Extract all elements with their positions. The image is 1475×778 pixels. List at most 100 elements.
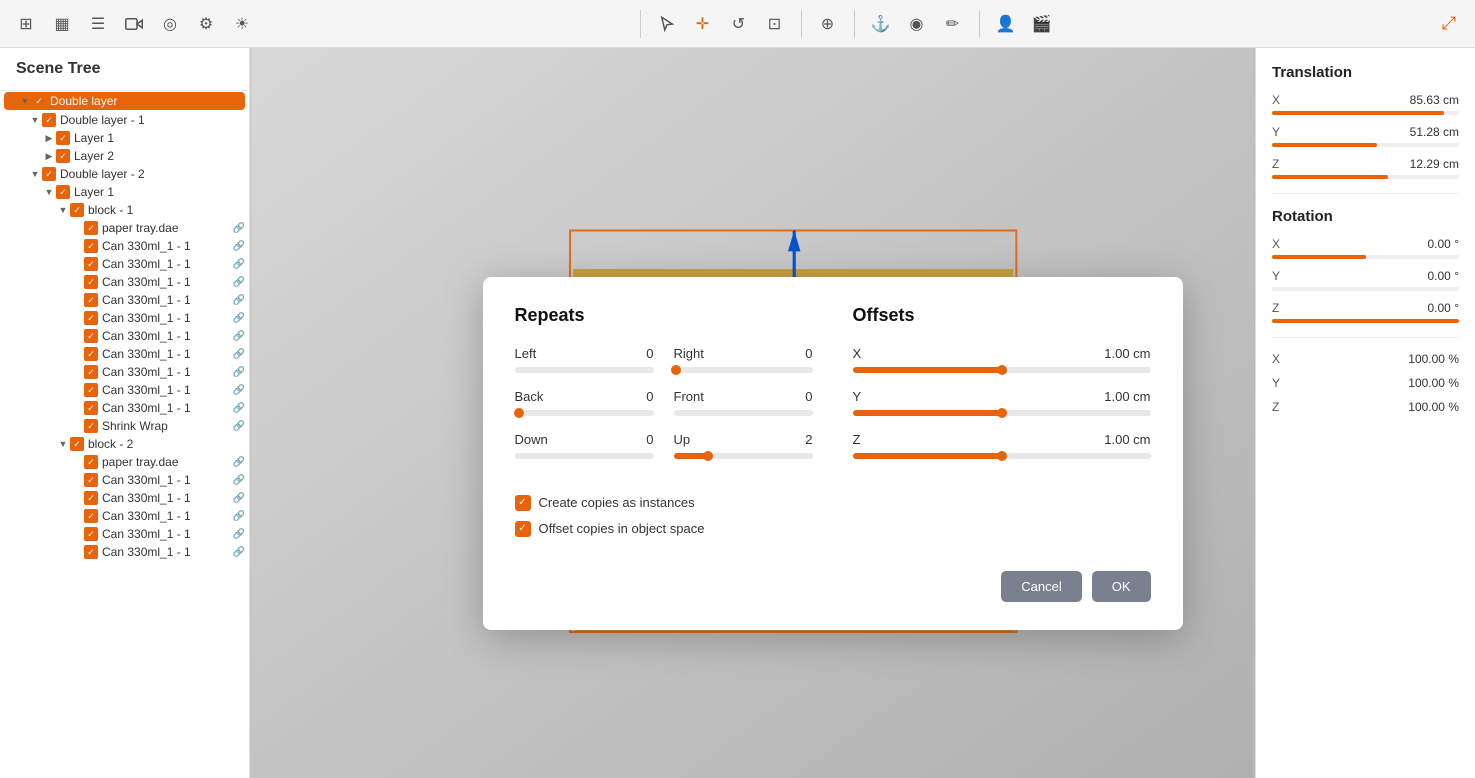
grid-icon[interactable]: ⊞ xyxy=(12,10,40,38)
tree-item-double-layer-1[interactable]: Double layer - 1 xyxy=(0,111,249,129)
tree-arrow-can4[interactable] xyxy=(70,293,84,307)
down-slider[interactable] xyxy=(515,453,654,459)
tree-checkbox-can10[interactable] xyxy=(84,401,98,415)
tree-checkbox-can4[interactable] xyxy=(84,293,98,307)
tree-link-icon-can7[interactable]: 🔗 xyxy=(233,349,245,360)
tree-link-icon-can6[interactable]: 🔗 xyxy=(233,331,245,342)
tree-link-icon-paper-tray-2[interactable]: 🔗 xyxy=(233,457,245,468)
tree-checkbox-double-layer-2[interactable] xyxy=(42,167,56,181)
tree-link-icon-can15[interactable]: 🔗 xyxy=(233,547,245,558)
tree-link-icon-can5[interactable]: 🔗 xyxy=(233,313,245,324)
tree-arrow-can11[interactable] xyxy=(70,473,84,487)
layout-icon[interactable]: ▦ xyxy=(48,10,76,38)
tree-item-can13[interactable]: Can 330ml_1 - 1🔗 xyxy=(0,507,249,525)
tree-checkbox-can1[interactable] xyxy=(84,239,98,253)
anchor-icon[interactable]: ⚓ xyxy=(867,10,895,38)
tree-arrow-layer-1a[interactable] xyxy=(42,131,56,145)
tree-link-icon-can12[interactable]: 🔗 xyxy=(233,493,245,504)
pointer-icon[interactable] xyxy=(653,10,681,38)
tree-item-layer-1b[interactable]: Layer 1 xyxy=(0,183,249,201)
tree-item-can8[interactable]: Can 330ml_1 - 1🔗 xyxy=(0,363,249,381)
tree-item-can1[interactable]: Can 330ml_1 - 1🔗 xyxy=(0,237,249,255)
tree-arrow-shrink-wrap[interactable] xyxy=(70,419,84,433)
offset-x-slider[interactable] xyxy=(853,367,1151,373)
tree-arrow-paper-tray-2[interactable] xyxy=(70,455,84,469)
tree-link-icon-can3[interactable]: 🔗 xyxy=(233,277,245,288)
fullscreen-icon[interactable]: ⤢ xyxy=(1435,10,1463,38)
tree-arrow-double-layer-2[interactable] xyxy=(28,167,42,181)
tree-checkbox-layer-1b[interactable] xyxy=(56,185,70,199)
rx-slider[interactable] xyxy=(1272,255,1459,259)
tree-item-can11[interactable]: Can 330ml_1 - 1🔗 xyxy=(0,471,249,489)
up-slider[interactable] xyxy=(674,453,813,459)
cancel-button[interactable]: Cancel xyxy=(1001,571,1081,602)
ok-button[interactable]: OK xyxy=(1092,571,1151,602)
tree-item-paper-tray[interactable]: paper tray.dae🔗 xyxy=(0,219,249,237)
tree-arrow-can12[interactable] xyxy=(70,491,84,505)
tree-link-icon-can10[interactable]: 🔗 xyxy=(233,403,245,414)
tree-arrow-can5[interactable] xyxy=(70,311,84,325)
tree-checkbox-double-layer[interactable] xyxy=(32,94,46,108)
tree-item-can6[interactable]: Can 330ml_1 - 1🔗 xyxy=(0,327,249,345)
tree-link-icon-can4[interactable]: 🔗 xyxy=(233,295,245,306)
front-slider[interactable] xyxy=(674,410,813,416)
rz-slider[interactable] xyxy=(1272,319,1459,323)
tree-item-can5[interactable]: Can 330ml_1 - 1🔗 xyxy=(0,309,249,327)
create-copies-checkbox[interactable] xyxy=(515,495,531,511)
rotate-icon[interactable]: ↺ xyxy=(725,10,753,38)
sun-icon[interactable]: ☀ xyxy=(228,10,256,38)
tree-arrow-double-layer[interactable] xyxy=(18,94,32,108)
tree-checkbox-can3[interactable] xyxy=(84,275,98,289)
menu-icon[interactable]: ☰ xyxy=(84,10,112,38)
tree-checkbox-can7[interactable] xyxy=(84,347,98,361)
create-copies-row[interactable]: Create copies as instances xyxy=(515,495,813,511)
tree-arrow-paper-tray[interactable] xyxy=(70,221,84,235)
tree-arrow-can9[interactable] xyxy=(70,383,84,397)
tx-slider[interactable] xyxy=(1272,111,1459,115)
tree-item-can14[interactable]: Can 330ml_1 - 1🔗 xyxy=(0,525,249,543)
move-icon[interactable]: ✛ xyxy=(689,10,717,38)
tree-arrow-block-2[interactable] xyxy=(56,437,70,451)
tree-item-double-layer-2[interactable]: Double layer - 2 xyxy=(0,165,249,183)
tree-item-paper-tray-2[interactable]: paper tray.dae🔗 xyxy=(0,453,249,471)
tree-item-double-layer[interactable]: Double layer xyxy=(4,92,245,110)
tree-item-can2[interactable]: Can 330ml_1 - 1🔗 xyxy=(0,255,249,273)
offset-copies-row[interactable]: Offset copies in object space xyxy=(515,521,813,537)
tree-arrow-can2[interactable] xyxy=(70,257,84,271)
tree-item-can12[interactable]: Can 330ml_1 - 1🔗 xyxy=(0,489,249,507)
tree-checkbox-can11[interactable] xyxy=(84,473,98,487)
tree-checkbox-can2[interactable] xyxy=(84,257,98,271)
tree-arrow-double-layer-1[interactable] xyxy=(28,113,42,127)
tree-checkbox-double-layer-1[interactable] xyxy=(42,113,56,127)
offset-y-slider[interactable] xyxy=(853,410,1151,416)
tree-checkbox-block-2[interactable] xyxy=(70,437,84,451)
tree-arrow-can6[interactable] xyxy=(70,329,84,343)
ty-slider[interactable] xyxy=(1272,143,1459,147)
tz-slider[interactable] xyxy=(1272,175,1459,179)
tree-link-icon-can2[interactable]: 🔗 xyxy=(233,259,245,270)
tree-checkbox-can9[interactable] xyxy=(84,383,98,397)
tree-link-icon-can11[interactable]: 🔗 xyxy=(233,475,245,486)
tree-arrow-can13[interactable] xyxy=(70,509,84,523)
tree-link-icon-shrink-wrap[interactable]: 🔗 xyxy=(233,421,245,432)
settings-icon[interactable]: ⚙ xyxy=(192,10,220,38)
tree-link-icon-can13[interactable]: 🔗 xyxy=(233,511,245,522)
tree-item-shrink-wrap[interactable]: Shrink Wrap🔗 xyxy=(0,417,249,435)
tree-link-icon-paper-tray[interactable]: 🔗 xyxy=(233,223,245,234)
ry-slider[interactable] xyxy=(1272,287,1459,291)
back-slider[interactable] xyxy=(515,410,654,416)
tree-link-icon-can9[interactable]: 🔗 xyxy=(233,385,245,396)
tree-checkbox-block-1[interactable] xyxy=(70,203,84,217)
offset-z-slider[interactable] xyxy=(853,453,1151,459)
tree-link-icon-can14[interactable]: 🔗 xyxy=(233,529,245,540)
tree-arrow-can1[interactable] xyxy=(70,239,84,253)
tree-checkbox-can14[interactable] xyxy=(84,527,98,541)
tree-arrow-can15[interactable] xyxy=(70,545,84,559)
scale-icon[interactable]: ⊡ xyxy=(761,10,789,38)
tree-arrow-can10[interactable] xyxy=(70,401,84,415)
tree-checkbox-can15[interactable] xyxy=(84,545,98,559)
tree-checkbox-can5[interactable] xyxy=(84,311,98,325)
tree-checkbox-can12[interactable] xyxy=(84,491,98,505)
transform-icon[interactable]: ⊕ xyxy=(814,10,842,38)
clap-icon[interactable]: 🎬 xyxy=(1028,10,1056,38)
